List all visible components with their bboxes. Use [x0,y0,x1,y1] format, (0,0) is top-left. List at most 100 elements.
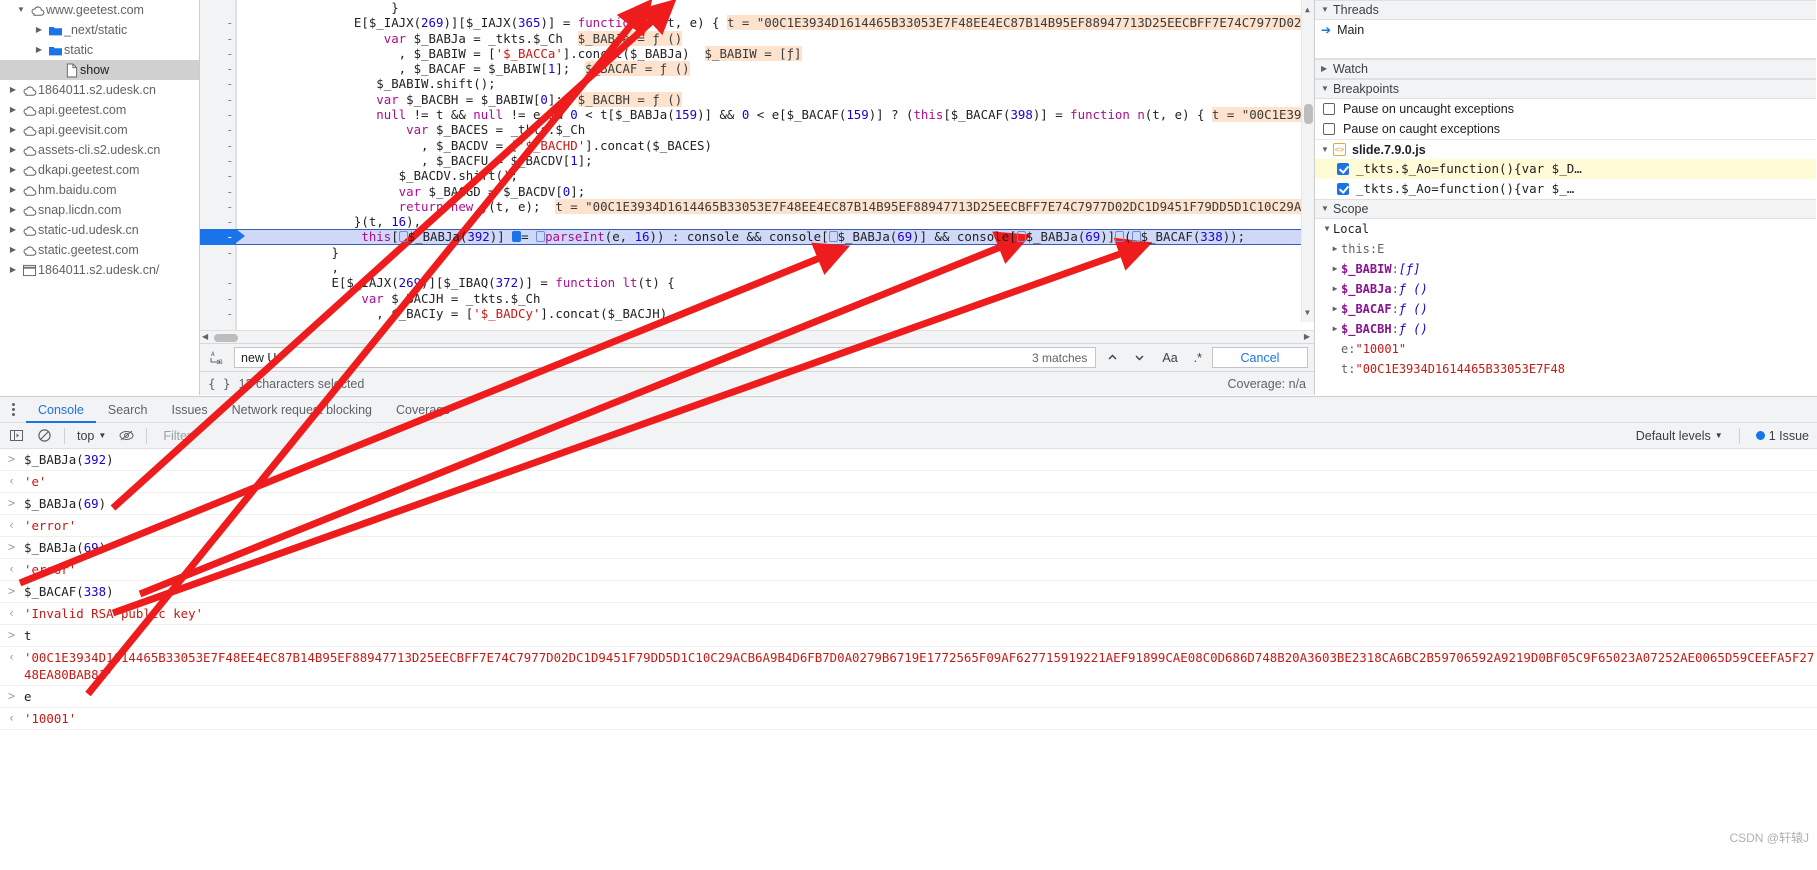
console-input-row[interactable]: > $_BACAF(338) [0,581,1817,603]
console-output-row[interactable]: ‹ 'e' [0,471,1817,493]
tree-item-dkapi-geetest-com[interactable]: ▶ dkapi.geetest.com [0,160,199,180]
code-view[interactable]: } - E[$_IAJX(269)][$_IAJX(365)] = functi… [200,0,1314,330]
clear-console-icon[interactable] [32,425,56,447]
tab-coverage[interactable]: Coverage [384,397,462,423]
console-output-row[interactable]: ‹ 'error' [0,559,1817,581]
pause-uncaught-exceptions-row[interactable]: Pause on uncaught exceptions [1315,99,1816,119]
tab-search[interactable]: Search [96,397,160,423]
tree-item-hm-baidu-com[interactable]: ▶ hm.baidu.com [0,180,199,200]
breakpoints-section-header[interactable]: ▼ Breakpoints [1315,79,1816,99]
console-output-row[interactable]: ‹ 'Invalid RSA public key' [0,603,1817,625]
chevron-right-icon[interactable]: ▶ [1329,259,1341,279]
console-log-levels-select[interactable]: Default levels ▼ [1628,429,1731,443]
tree-item-1864011-s2-udesk-cn[interactable]: ▶ 1864011.s2.udesk.cn [0,80,199,100]
chevron-right-icon[interactable]: ▶ [6,80,20,100]
find-input[interactable]: new U 3 matches [234,347,1097,368]
console-toolbar[interactable]: top ▼ Filter Default levels ▼ 1 Issue [0,423,1817,449]
chevron-right-icon[interactable]: ▶ [32,40,46,60]
find-next-button[interactable] [1129,347,1150,368]
chevron-right-icon[interactable]: ▶ [1329,319,1341,339]
scope-variable-row[interactable]: ▶ this: E [1315,239,1816,259]
console-output-row[interactable]: ‹ '00C1E3934D1614465B33053E7F48EE4EC87B14… [0,647,1817,686]
scope-group-local[interactable]: ▼ Local [1315,219,1816,239]
console-input-row[interactable]: > t [0,625,1817,647]
tree-item-static-ud-udesk-cn[interactable]: ▶ static-ud.udesk.cn [0,220,199,240]
tree-item--next-static[interactable]: ▶ _next/static [0,20,199,40]
tab-network-request-blocking[interactable]: Network request blocking [220,397,384,423]
breakpoint-file-group[interactable]: ▼ <> slide.7.9.0.js [1315,139,1816,159]
chevron-right-icon[interactable]: ▶ [6,180,20,200]
scrollbar-thumb[interactable] [1304,104,1313,124]
find-cancel-button[interactable]: Cancel [1212,347,1308,368]
chevron-right-icon[interactable]: ▶ [6,200,20,220]
tree-item-assets-cli-s2-udesk-cn[interactable]: ▶ assets-cli.s2.udesk.cn [0,140,199,160]
console-input-row[interactable]: > $_BABJa(392) [0,449,1817,471]
tab-issues[interactable]: Issues [159,397,219,423]
editor-horizontal-scrollbar[interactable]: ◀ ▶ [200,330,1314,343]
pretty-print-icon[interactable]: { } [208,376,231,391]
issues-counter[interactable]: 1 Issue [1748,429,1817,443]
breakpoint-enabled-checkbox[interactable] [1337,163,1349,175]
tab-console[interactable]: Console [26,397,96,423]
editor-vertical-scrollbar[interactable]: ▲ ▼ [1301,0,1314,322]
scrollbar-thumb-h[interactable] [214,334,238,342]
breakpoint-enabled-checkbox[interactable] [1337,183,1349,195]
debugger-sidebar[interactable]: ▼ Threads ➔ Main ▶ Watch ▼ Breakpoints P… [1315,0,1816,395]
tree-item-show[interactable]: show [0,60,199,80]
tree-item-1864011-s2-udesk-cn-[interactable]: ▶ 1864011.s2.udesk.cn/ [0,260,199,280]
thread-item-main[interactable]: ➔ Main [1315,20,1816,40]
find-replace-icon[interactable]: AB [206,349,228,367]
console-output-row[interactable]: ‹ 'error' [0,515,1817,537]
scope-variable-row[interactable]: ▶ $_BACBH: ƒ () [1315,319,1816,339]
chevron-down-icon[interactable]: ▼ [14,0,28,20]
navigator-file-tree[interactable]: ▼ www.geetest.com ▶ _next/static ▶ static show… [0,0,200,395]
scope-variable-list[interactable]: ▶ this: E ▶ $_BABIW: [ƒ] ▶ $_BABJa: ƒ () ▶ $_BA… [1315,239,1816,379]
tree-item-static[interactable]: ▶ static [0,40,199,60]
chevron-right-icon[interactable]: ▶ [6,100,20,120]
console-input-row[interactable]: > $_BABJa(69) [0,493,1817,515]
tree-item-www-geetest-com[interactable]: ▼ www.geetest.com [0,0,199,20]
chevron-right-icon[interactable]: ▶ [6,140,20,160]
source-editor[interactable]: } - E[$_IAJX(269)][$_IAJX(365)] = functi… [200,0,1315,395]
console-input-row[interactable]: > $_BABJa(69) [0,537,1817,559]
scope-variable-row[interactable]: ▶ $_BACAF: ƒ () [1315,299,1816,319]
scope-variable-row[interactable]: ▶ $_BABJa: ƒ () [1315,279,1816,299]
chevron-right-icon[interactable]: ▶ [1329,239,1341,259]
chevron-right-icon[interactable]: ▶ [6,240,20,260]
scroll-right-arrow[interactable]: ▶ [1304,332,1310,341]
chevron-right-icon[interactable]: ▶ [1329,299,1341,319]
scope-section-header[interactable]: ▼ Scope [1315,199,1816,219]
console-message-list[interactable]: > $_BABJa(392) ‹ 'e' > $_BABJa(69) ‹ 'error' > $_… [0,449,1817,851]
pause-uncaught-checkbox[interactable] [1323,103,1335,115]
chevron-right-icon[interactable]: ▶ [6,260,20,280]
scope-variable-row[interactable]: t: "00C1E3934D1614465B33053E7F48 [1315,359,1816,379]
threads-section-header[interactable]: ▼ Threads [1315,0,1816,20]
console-sidebar-icon[interactable] [4,425,28,447]
find-match-case-button[interactable]: Aa [1156,351,1183,365]
chevron-right-icon[interactable]: ▶ [6,160,20,180]
breakpoint-item[interactable]: _tkts.$_Ao=function(){var $_D… [1315,159,1816,179]
tree-item-api-geetest-com[interactable]: ▶ api.geetest.com [0,100,199,120]
scroll-left-arrow[interactable]: ◀ [202,332,208,341]
chevron-right-icon[interactable]: ▶ [32,20,46,40]
chevron-right-icon[interactable]: ▶ [6,220,20,240]
console-filter-input[interactable]: Filter [155,426,1623,446]
chevron-right-icon[interactable]: ▶ [1329,279,1341,299]
console-output-row[interactable]: ‹ '10001' [0,708,1817,730]
code-line-breakpoint[interactable]: - this[$_BABJa(392)] = parseInt(e, 16)) … [200,229,1314,246]
scroll-down-arrow[interactable]: ▼ [1305,305,1310,320]
live-expression-icon[interactable] [114,425,138,447]
more-tools-icon[interactable] [0,403,26,416]
scope-variable-row[interactable]: e: "10001" [1315,339,1816,359]
editor-find-bar[interactable]: AB new U 3 matches Aa .* Cancel [200,343,1314,371]
pause-caught-exceptions-row[interactable]: Pause on caught exceptions [1315,119,1816,139]
drawer-tab-bar[interactable]: Console Search Issues Network request bl… [0,397,1817,423]
tree-item-static-geetest-com[interactable]: ▶ static.geetest.com [0,240,199,260]
scope-variable-row[interactable]: ▶ $_BABIW: [ƒ] [1315,259,1816,279]
find-regex-button[interactable]: .* [1190,351,1206,365]
chevron-right-icon[interactable]: ▶ [6,120,20,140]
console-input-row[interactable]: > e [0,686,1817,708]
tree-item-snap-licdn-com[interactable]: ▶ snap.licdn.com [0,200,199,220]
watch-section-header[interactable]: ▶ Watch [1315,59,1816,79]
execution-context-select[interactable]: top ▼ [73,429,110,443]
